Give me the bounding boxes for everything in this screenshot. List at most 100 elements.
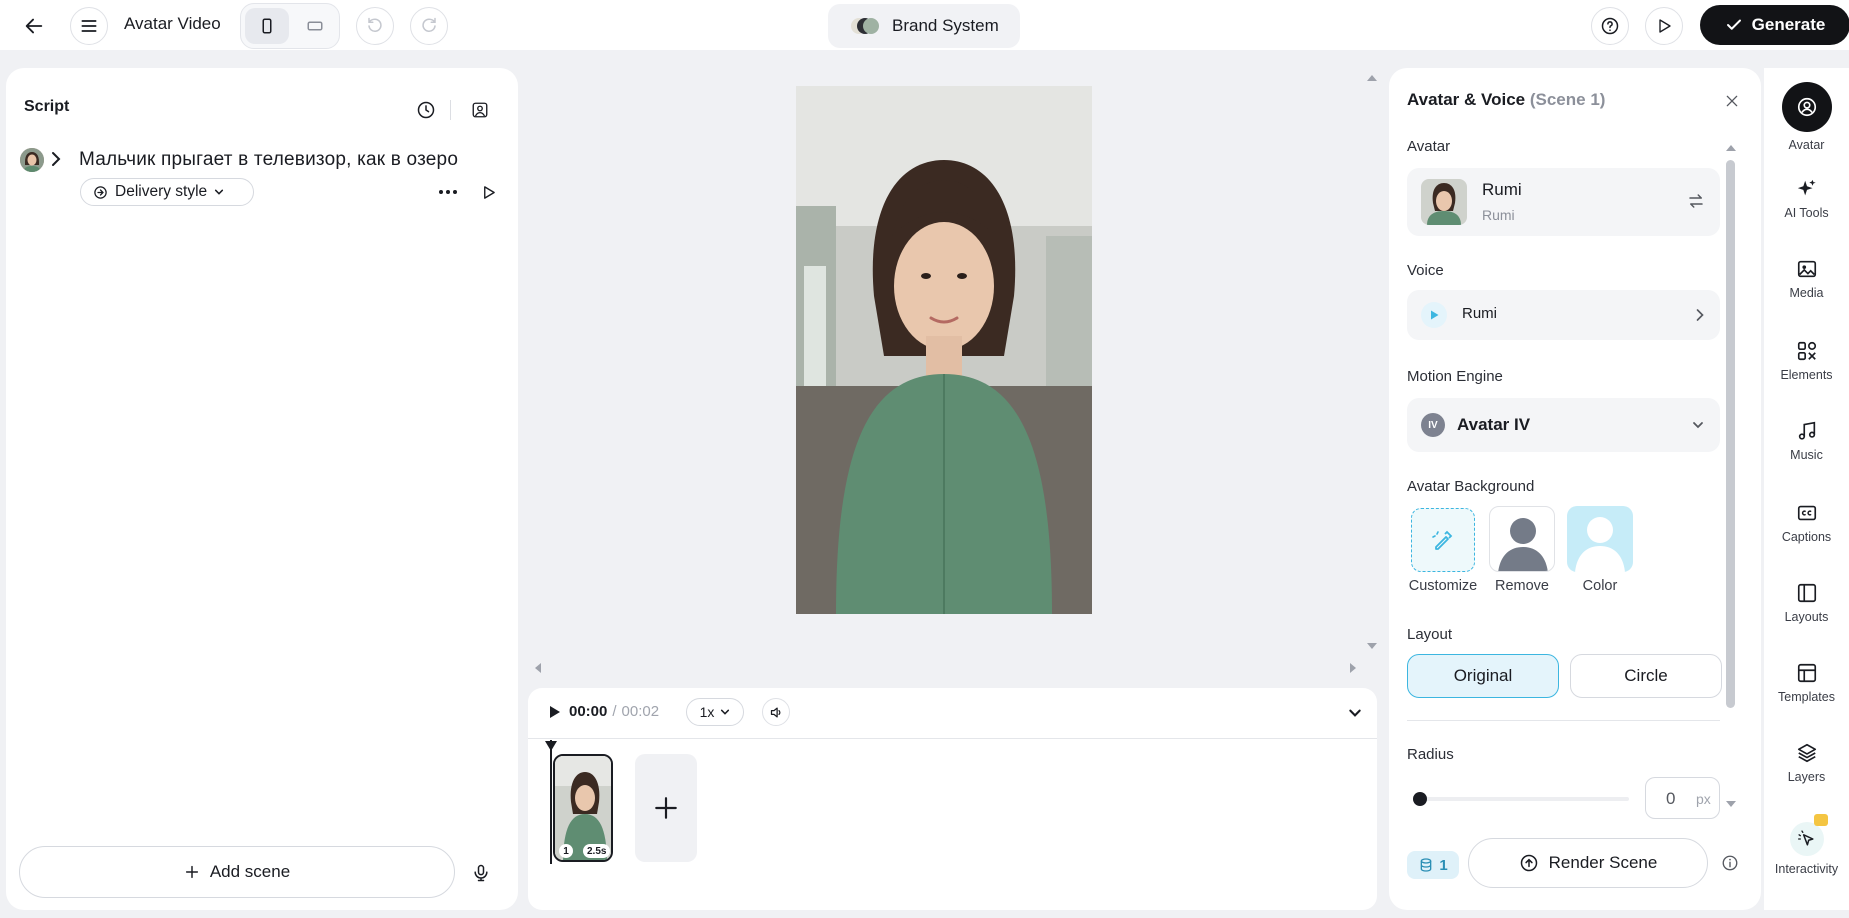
voice-preview-button[interactable] bbox=[1421, 302, 1447, 328]
render-scene-label: Render Scene bbox=[1548, 853, 1658, 872]
rail-music[interactable]: Music bbox=[1764, 420, 1849, 462]
help-button[interactable] bbox=[1591, 7, 1629, 45]
bg-remove-option[interactable] bbox=[1489, 506, 1555, 572]
voice-record-button[interactable] bbox=[466, 858, 496, 888]
line-play-button[interactable] bbox=[476, 180, 500, 204]
template-icon bbox=[1797, 663, 1816, 683]
panel-scrollbar-thumb[interactable] bbox=[1726, 160, 1735, 708]
speed-value: 1x bbox=[699, 704, 715, 720]
captions-cc-icon bbox=[1797, 505, 1816, 521]
project-title[interactable]: Avatar Video bbox=[124, 14, 221, 34]
delivery-style-button[interactable]: Delivery style bbox=[80, 178, 254, 206]
expand-chevron[interactable] bbox=[50, 150, 62, 168]
motion-engine-select[interactable]: IV Avatar IV bbox=[1407, 398, 1720, 452]
scroll-right-arrow[interactable] bbox=[1349, 662, 1357, 674]
chevron-right-icon bbox=[1696, 309, 1704, 321]
avatar-rail-icon-wrap bbox=[1781, 82, 1832, 132]
voice-selector[interactable]: Rumi bbox=[1407, 290, 1720, 340]
rail-layouts[interactable]: Layouts bbox=[1764, 582, 1849, 624]
voice-open-chevron bbox=[1695, 307, 1705, 323]
elements-grid-icon bbox=[1797, 341, 1816, 361]
generate-button[interactable]: Generate bbox=[1700, 5, 1849, 45]
arrow-left-icon bbox=[25, 18, 43, 34]
delivery-style-label: Delivery style bbox=[115, 183, 208, 200]
person-silhouette-color-icon bbox=[1575, 517, 1625, 572]
scene-thumbnail[interactable]: 1 2.5s bbox=[553, 754, 613, 862]
close-panel-button[interactable] bbox=[1719, 88, 1745, 114]
avatar-thumbnail[interactable] bbox=[20, 148, 44, 172]
history-button[interactable] bbox=[412, 96, 440, 124]
timeline-play-button[interactable] bbox=[542, 700, 566, 724]
add-scene-button[interactable]: Add scene bbox=[19, 846, 455, 898]
add-scene-tile[interactable] bbox=[635, 754, 697, 862]
rail-interactivity[interactable]: Interactivity bbox=[1764, 814, 1849, 876]
volume-button[interactable] bbox=[762, 698, 790, 726]
brand-toggle-icon bbox=[851, 18, 879, 34]
avatar-video-image bbox=[796, 86, 1092, 614]
scroll-left-arrow[interactable] bbox=[534, 662, 542, 674]
bg-color-option[interactable] bbox=[1567, 506, 1633, 572]
divider bbox=[450, 100, 451, 120]
triangle-right-icon bbox=[1350, 663, 1356, 673]
rail-media[interactable]: Media bbox=[1764, 258, 1849, 300]
rail-layers[interactable]: Layers bbox=[1764, 742, 1849, 784]
panel-title: Avatar & Voice (Scene 1) bbox=[1407, 90, 1605, 110]
video-frame[interactable] bbox=[796, 86, 1092, 614]
radius-slider-handle[interactable] bbox=[1413, 792, 1427, 806]
bg-customize-option[interactable] bbox=[1411, 508, 1475, 572]
brand-system-button[interactable]: Brand System bbox=[828, 4, 1020, 48]
voice-name: Rumi bbox=[1462, 305, 1498, 322]
credits-stack-icon bbox=[1420, 858, 1432, 872]
avatar-selector[interactable]: Rumi Rumi bbox=[1407, 168, 1720, 236]
generate-label: Generate bbox=[1751, 15, 1826, 34]
preview-play-button[interactable] bbox=[1645, 7, 1683, 45]
rail-label: Media bbox=[1789, 286, 1824, 300]
layers-icon bbox=[1797, 743, 1816, 763]
radius-value: 0 bbox=[1666, 789, 1676, 808]
render-info-button[interactable] bbox=[1719, 852, 1741, 874]
panel-scroll-up[interactable] bbox=[1725, 144, 1737, 152]
layout-original-button[interactable]: Original bbox=[1407, 654, 1559, 698]
rail-templates[interactable]: Templates bbox=[1764, 662, 1849, 704]
landscape-button[interactable] bbox=[293, 8, 337, 44]
layout-circle-button[interactable]: Circle bbox=[1570, 654, 1722, 698]
back-button[interactable] bbox=[18, 10, 50, 42]
clock-icon bbox=[417, 101, 435, 119]
undo-icon bbox=[368, 17, 382, 32]
playhead[interactable] bbox=[550, 740, 552, 864]
undo-button[interactable] bbox=[356, 7, 394, 45]
scroll-down-arrow[interactable] bbox=[1366, 642, 1378, 650]
avatar-face-icon bbox=[20, 148, 44, 172]
radius-slider-track[interactable] bbox=[1413, 792, 1629, 806]
rail-label: Layers bbox=[1787, 770, 1826, 784]
portrait-button[interactable] bbox=[245, 8, 289, 44]
landscape-icon bbox=[307, 21, 323, 31]
aspect-toggle bbox=[240, 3, 340, 49]
play-filled-icon bbox=[550, 706, 560, 718]
rail-elements[interactable]: Elements bbox=[1764, 340, 1849, 382]
rail-avatar[interactable]: Avatar bbox=[1764, 82, 1849, 152]
radius-input[interactable]: 0 px bbox=[1645, 777, 1720, 819]
menu-button[interactable] bbox=[70, 7, 108, 45]
speed-select[interactable]: 1x bbox=[686, 698, 744, 726]
playhead-handle[interactable] bbox=[544, 740, 558, 752]
scroll-up-arrow[interactable] bbox=[1366, 74, 1378, 82]
plus-icon bbox=[655, 797, 677, 819]
layout-icon bbox=[1797, 583, 1816, 603]
help-icon bbox=[1601, 17, 1619, 35]
rail-ai-tools[interactable]: AI Tools bbox=[1764, 178, 1849, 220]
triangle-down-icon bbox=[1726, 801, 1736, 807]
motion-engine-badge: IV bbox=[1421, 413, 1445, 437]
redo-button[interactable] bbox=[410, 7, 448, 45]
time-current: 00:00 bbox=[569, 703, 608, 720]
swap-avatar-button[interactable] bbox=[1687, 192, 1705, 210]
script-import-button[interactable] bbox=[466, 96, 494, 124]
script-line[interactable]: Мальчик прыгает в телевизор, как в озеро bbox=[79, 149, 458, 171]
render-scene-button[interactable]: Render Scene bbox=[1468, 838, 1708, 888]
rail-captions[interactable]: Captions bbox=[1764, 502, 1849, 544]
panel-scroll-down[interactable] bbox=[1725, 800, 1737, 808]
line-more-button[interactable] bbox=[434, 180, 462, 204]
collapse-timeline-button[interactable] bbox=[1344, 702, 1366, 724]
check-icon bbox=[1726, 19, 1741, 30]
section-divider bbox=[1407, 720, 1720, 721]
